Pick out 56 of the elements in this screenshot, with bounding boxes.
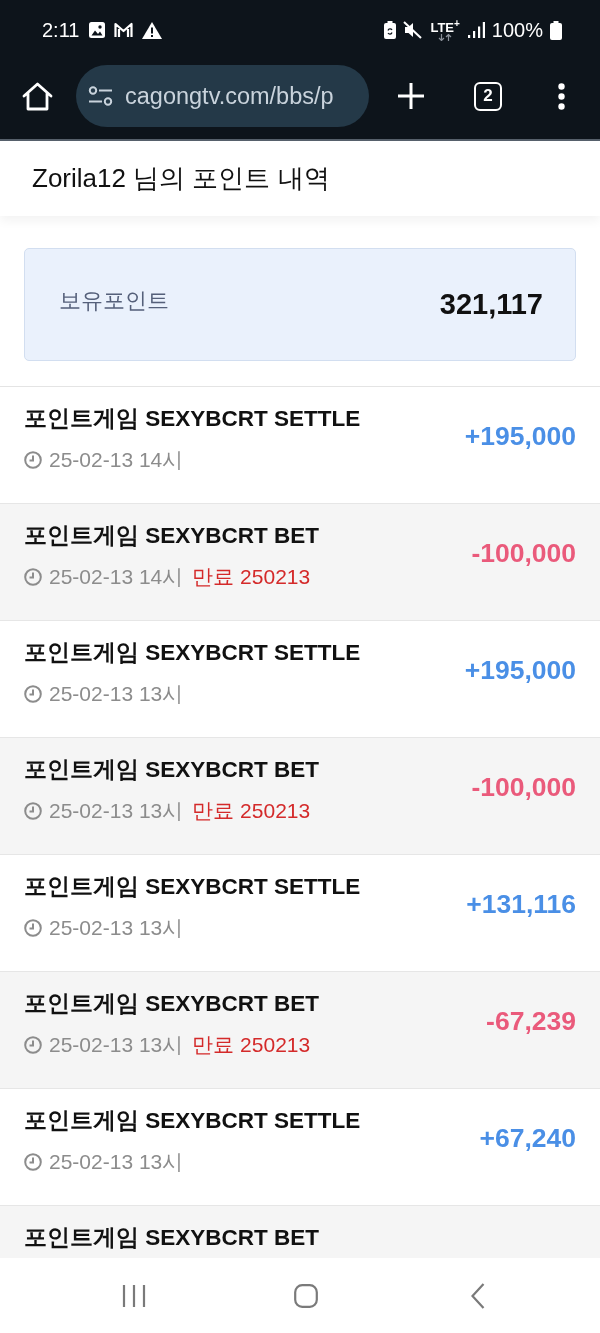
url-text: cagongtv.com/bbs/p — [125, 82, 334, 110]
entry-time: 25-02-13 13시 — [49, 1149, 184, 1175]
home-icon[interactable] — [22, 81, 53, 111]
network-type-label: LTE$^{+}$ — [430, 18, 460, 35]
entry-amount: +195,000 — [464, 421, 576, 452]
image-icon — [89, 22, 106, 38]
balance-value: 321,117 — [439, 288, 543, 321]
clock-icon — [24, 451, 42, 469]
entry-time: 25-02-13 14시 — [49, 564, 184, 590]
entry-amount: -67,239 — [486, 1006, 576, 1037]
expiry-label: 만료 250213 — [192, 1032, 311, 1058]
mute-icon — [403, 21, 423, 39]
page-title: Zorila12 님의 포인트 내역 — [32, 162, 330, 195]
expiry-label: 만료 250213 — [192, 564, 311, 590]
expiry-label: 만료 250213 — [192, 798, 311, 824]
signal-icon — [467, 22, 485, 38]
battery-saver-icon — [384, 21, 397, 39]
clock-icon — [24, 919, 42, 937]
clock-icon — [24, 1036, 42, 1054]
clock-icon — [24, 568, 42, 586]
entry-amount: +131,116 — [466, 889, 576, 920]
data-activity-icon — [438, 34, 453, 42]
warning-icon — [142, 21, 163, 39]
entry-title: 포인트게임 SEXYBCRT BET — [24, 522, 321, 550]
battery-percent: 100% — [491, 18, 543, 42]
entry-time: 25-02-13 13시 — [49, 915, 184, 941]
entry-title: 포인트게임 SEXYBCRT SETTLE — [24, 1107, 362, 1135]
plus-icon[interactable] — [398, 83, 424, 109]
recent-apps-icon[interactable] — [122, 1284, 146, 1307]
entry-title: 포인트게임 SEXYBCRT BET — [24, 756, 321, 784]
entry-title: 포인트게임 SEXYBCRT BET — [24, 1224, 321, 1252]
entry-amount: +195,000 — [464, 655, 576, 686]
clock-icon — [24, 802, 42, 820]
battery-icon — [550, 20, 562, 40]
entry-time: 25-02-13 13시 — [49, 1032, 184, 1058]
back-icon[interactable] — [471, 1282, 485, 1309]
tab-switcher-button[interactable]: 2 — [474, 81, 502, 111]
address-bar[interactable]: cagongtv.com/bbs/p — [76, 65, 369, 127]
home-button-icon[interactable] — [294, 1283, 318, 1308]
entry-time: 25-02-13 14시 — [49, 447, 184, 473]
tune-icon[interactable] — [88, 86, 113, 106]
entry-amount: -100,000 — [471, 772, 576, 803]
more-options-icon[interactable] — [558, 82, 565, 110]
clock-icon — [24, 1153, 42, 1171]
entry-time: 25-02-13 13시 — [49, 798, 184, 824]
entry-title: 포인트게임 SEXYBCRT SETTLE — [24, 873, 362, 901]
entry-title: 포인트게임 SEXYBCRT BET — [24, 990, 321, 1018]
entry-amount: -100,000 — [471, 538, 576, 569]
balance-label: 보유포인트 — [59, 286, 169, 315]
entry-title: 포인트게임 SEXYBCRT SETTLE — [24, 639, 362, 667]
entry-title: 포인트게임 SEXYBCRT SETTLE — [24, 405, 362, 433]
entry-amount: +67,240 — [479, 1123, 576, 1154]
entry-time: 25-02-13 13시 — [49, 681, 184, 707]
mail-icon — [114, 22, 134, 38]
clock-time: 2:11 — [42, 18, 80, 42]
clock-icon — [24, 685, 42, 703]
